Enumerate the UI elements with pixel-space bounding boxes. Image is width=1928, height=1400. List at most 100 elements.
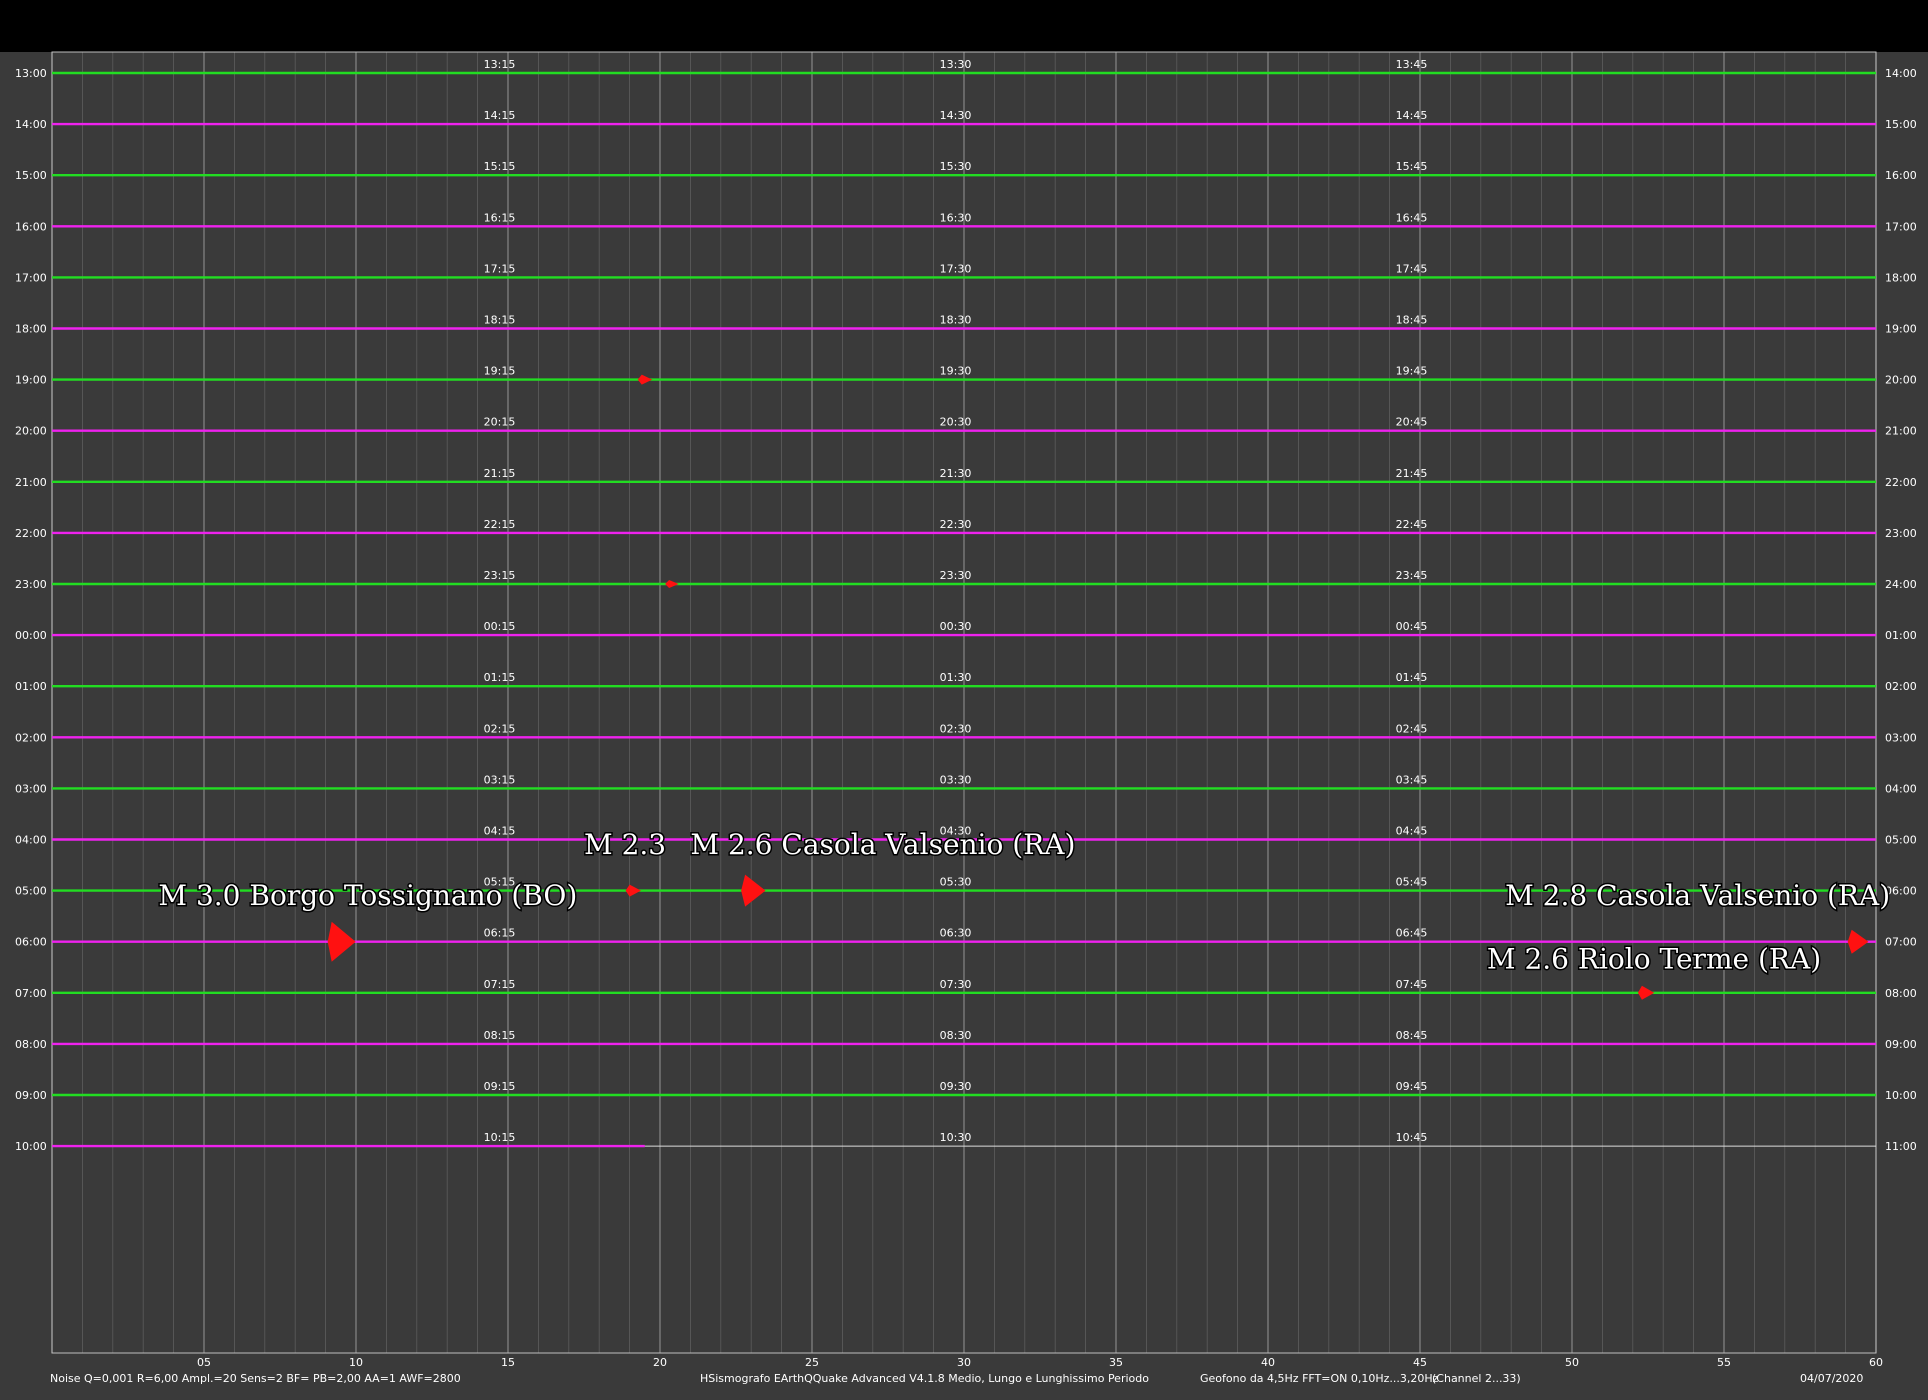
quarter-time-label: 07:30 [940, 978, 972, 991]
row-end-time-label: 16:00 [1885, 169, 1917, 182]
x-tick-label: 40 [1261, 1356, 1275, 1369]
grid-lines [51, 51, 1877, 1354]
quarter-time-label: 02:30 [940, 722, 972, 735]
quarter-time-label: 14:45 [1396, 109, 1428, 122]
quarter-time-label: 07:45 [1396, 978, 1428, 991]
quarter-time-label: 22:30 [940, 518, 972, 531]
row-end-time-label: 05:00 [1885, 834, 1917, 847]
quarter-time-label: 13:45 [1396, 58, 1428, 71]
row-end-time-label: 22:00 [1885, 476, 1917, 489]
row-end-time-label: 20:00 [1885, 374, 1917, 387]
quarter-time-label: 01:45 [1396, 671, 1428, 684]
event-spindle [1847, 929, 1869, 954]
quarter-time-label: 00:15 [484, 620, 516, 633]
quarter-time-label: 16:45 [1396, 211, 1428, 224]
row-end-time-label: 18:00 [1885, 271, 1917, 284]
row-start-time-label: 16:00 [15, 220, 47, 233]
x-tick-label: 10 [349, 1356, 363, 1369]
row-start-time-label: 18:00 [15, 323, 47, 336]
row-end-time-label: 04:00 [1885, 782, 1917, 795]
row-end-time-label: 09:00 [1885, 1038, 1917, 1051]
row-end-time-label: 10:00 [1885, 1089, 1917, 1102]
event-annotations: M 2.3 M 2.6 Casola Valsenio (RA) M 3.0 Bor… [157, 826, 1892, 976]
quarter-time-label: 18:30 [940, 314, 972, 327]
row-start-time-label: 08:00 [15, 1038, 47, 1051]
time-labels: 13:00 14:00 15:00 16:00 17:00 18:00 19:00 20:00… [15, 58, 1917, 1153]
row-start-time-label: 04:00 [15, 834, 47, 847]
row-start-time-label: 06:00 [15, 936, 47, 949]
quarter-time-label: 20:45 [1396, 416, 1428, 429]
earthquake-annotation: M 2.6 Riolo Terme (RA) [1487, 942, 1821, 975]
quarter-time-label: 22:15 [484, 518, 516, 531]
row-start-time-label: 07:00 [15, 987, 47, 1000]
row-end-time-label: 24:00 [1885, 578, 1917, 591]
row-end-time-label: 17:00 [1885, 220, 1917, 233]
row-start-time-label: 20:00 [15, 425, 47, 438]
earthquake-annotation: M 3.0 Borgo Tossignano (BO) [158, 879, 577, 912]
quarter-time-label: 01:15 [484, 671, 516, 684]
row-start-time-label: 13:00 [15, 67, 47, 80]
x-tick-label: 50 [1565, 1356, 1579, 1369]
quarter-time-label: 19:15 [484, 365, 516, 378]
noise-settings-label: Noise Q=0,001 R=6,00 Ampl.=20 Sens=2 BF=… [50, 1372, 461, 1385]
quarter-time-label: 15:45 [1396, 160, 1428, 173]
row-start-time-label: 00:00 [15, 629, 47, 642]
quarter-time-label: 01:30 [940, 671, 972, 684]
quarter-time-label: 16:30 [940, 211, 972, 224]
quarter-time-label: 06:15 [484, 927, 516, 940]
quarter-time-label: 17:30 [940, 262, 972, 275]
row-start-time-label: 17:00 [15, 271, 47, 284]
row-start-time-label: 09:00 [15, 1089, 47, 1102]
row-start-time-label: 01:00 [15, 680, 47, 693]
row-end-time-label: 23:00 [1885, 527, 1917, 540]
row-end-time-label: 19:00 [1885, 323, 1917, 336]
quarter-time-label: 22:45 [1396, 518, 1428, 531]
quarter-time-label: 09:30 [940, 1080, 972, 1093]
row-end-time-label: 03:00 [1885, 731, 1917, 744]
event-spindle [637, 374, 653, 385]
event-spindle [741, 874, 766, 907]
quarter-time-label: 06:45 [1396, 927, 1428, 940]
quarter-time-label: 03:30 [940, 773, 972, 786]
quarter-time-label: 02:45 [1396, 722, 1428, 735]
earthquake-annotation: M 2.3 [584, 828, 666, 861]
quarter-time-label: 10:45 [1396, 1131, 1428, 1144]
x-axis: 05 10 15 20 25 30 35 40 45 50 55 60 [197, 1356, 1883, 1369]
date-label: 04/07/2020 [1800, 1372, 1863, 1385]
x-tick-label: 25 [805, 1356, 819, 1369]
quarter-time-label: 21:15 [484, 467, 516, 480]
quarter-time-label: 00:30 [940, 620, 972, 633]
row-start-time-label: 21:00 [15, 476, 47, 489]
quarter-time-label: 21:45 [1396, 467, 1428, 480]
quarter-time-label: 18:15 [484, 314, 516, 327]
quarter-time-label: 03:15 [484, 773, 516, 786]
event-spindle [327, 921, 356, 962]
row-start-time-label: 15:00 [15, 169, 47, 182]
quarter-time-label: 08:15 [484, 1029, 516, 1042]
quarter-time-label: 07:15 [484, 978, 516, 991]
x-tick-label: 30 [957, 1356, 971, 1369]
row-start-time-label: 22:00 [15, 527, 47, 540]
row-start-time-label: 10:00 [15, 1140, 47, 1153]
quarter-time-label: 14:15 [484, 109, 516, 122]
quarter-time-label: 05:30 [940, 876, 972, 889]
quarter-time-label: 05:45 [1396, 876, 1428, 889]
quarter-time-label: 09:15 [484, 1080, 516, 1093]
row-end-time-label: 15:00 [1885, 118, 1917, 131]
app-title-label: HSismografo EArthQQuake Advanced V4.1.8 … [700, 1372, 1149, 1385]
quarter-time-label: 06:30 [940, 927, 972, 940]
row-start-time-label: 05:00 [15, 885, 47, 898]
quarter-time-label: 10:15 [484, 1131, 516, 1144]
quarter-time-label: 09:45 [1396, 1080, 1428, 1093]
quarter-time-label: 19:30 [940, 365, 972, 378]
x-tick-label: 05 [197, 1356, 211, 1369]
row-end-time-label: 08:00 [1885, 987, 1917, 1000]
row-end-time-label: 07:00 [1885, 936, 1917, 949]
event-spindle [1637, 985, 1655, 1000]
quarter-time-label: 08:45 [1396, 1029, 1428, 1042]
quarter-time-label: 18:45 [1396, 314, 1428, 327]
quarter-time-label: 00:45 [1396, 620, 1428, 633]
quarter-time-label: 16:15 [484, 211, 516, 224]
quarter-time-label: 04:15 [484, 825, 516, 838]
quarter-time-label: 13:30 [940, 58, 972, 71]
